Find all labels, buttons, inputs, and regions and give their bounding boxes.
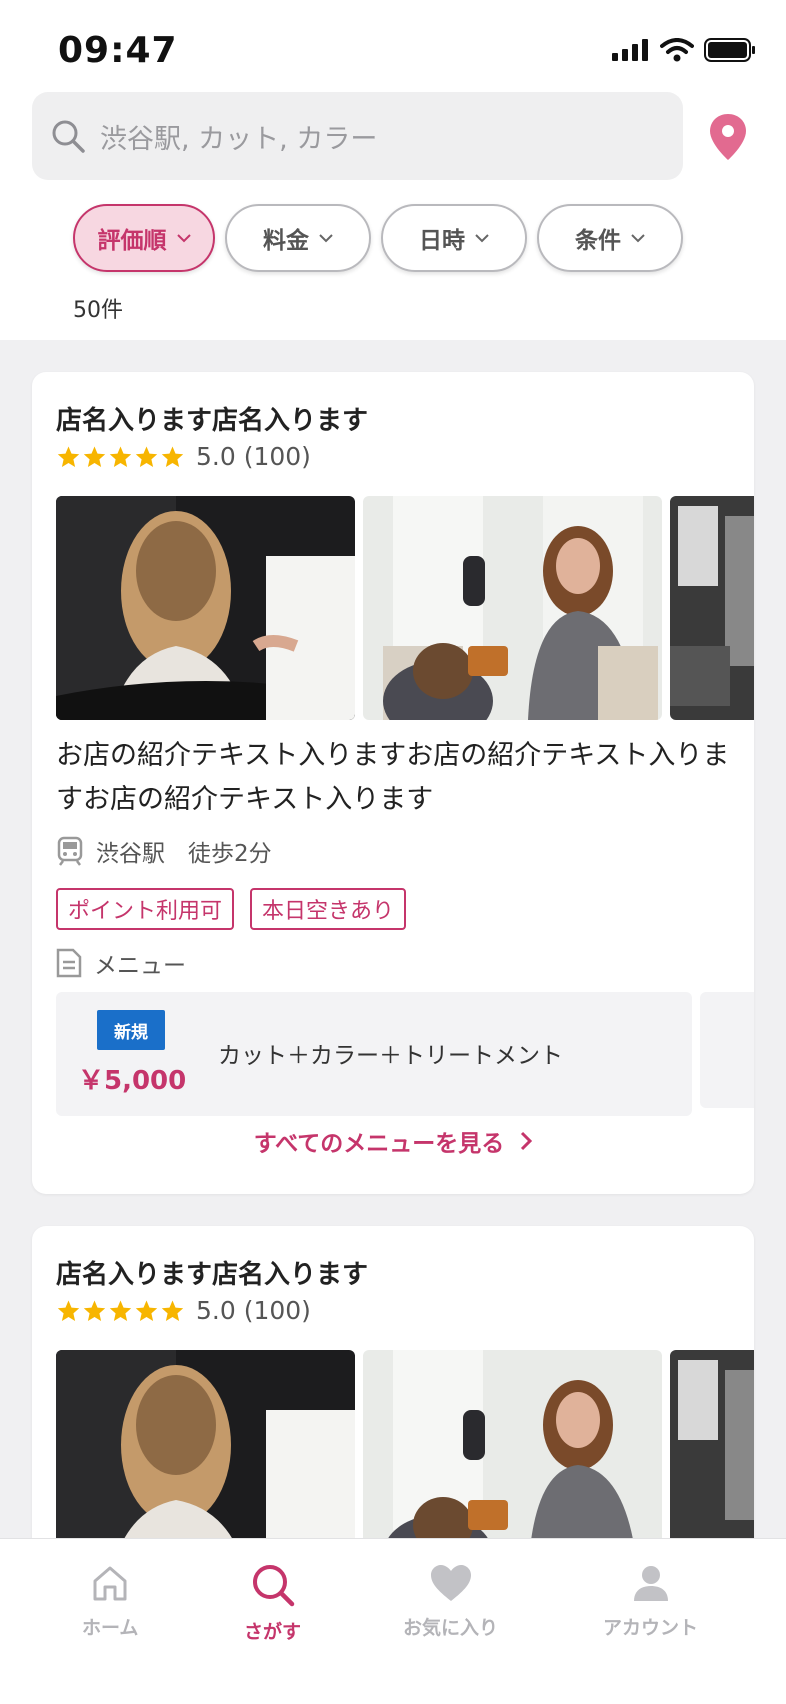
shop-rating: 5.0 (100) xyxy=(56,442,311,471)
filter-label: 条件 xyxy=(575,228,621,254)
see-all-label: すべてのメニューを見る xyxy=(253,1131,505,1157)
chevron-right-icon xyxy=(521,1131,533,1151)
location-pin-icon[interactable] xyxy=(705,112,751,162)
battery-icon xyxy=(704,38,755,62)
chevron-down-icon xyxy=(319,233,333,242)
menu-price: ￥5,000 xyxy=(78,1066,187,1096)
salon-photo[interactable] xyxy=(56,496,355,720)
menu-name: カット＋カラー＋トリートメント xyxy=(218,1043,563,1069)
salon-photo[interactable] xyxy=(363,496,662,720)
chevron-down-icon xyxy=(631,233,645,242)
shop-rating: 5.0 (100) xyxy=(56,1296,311,1325)
chevron-down-icon xyxy=(176,233,191,242)
search-bar[interactable]: 渋谷駅, カット, カラー xyxy=(32,92,683,180)
filter-price[interactable]: 料金 xyxy=(225,204,371,272)
shop-card[interactable]: 店名入ります店名入ります 5.0 (100) xyxy=(32,372,754,1194)
tab-favorites[interactable]: お気に入り xyxy=(403,1563,498,1640)
filter-label: 評価順 xyxy=(97,228,167,254)
tab-search[interactable]: さがす xyxy=(244,1563,301,1644)
search-placeholder: 渋谷駅, カット, カラー xyxy=(100,123,378,155)
shop-name: 店名入ります店名入ります xyxy=(56,406,369,436)
filter-chips: 評価順 料金 日時 条件 xyxy=(73,204,683,272)
station-info: 渋谷駅 徒歩2分 xyxy=(56,834,272,868)
person-icon xyxy=(633,1566,668,1601)
filter-label: 料金 xyxy=(263,228,309,254)
search-icon xyxy=(252,1565,294,1607)
see-all-menus-link[interactable]: すべてのメニューを見る xyxy=(32,1124,754,1158)
wifi-icon xyxy=(660,38,694,62)
menu-header: メニュー xyxy=(56,946,186,980)
menu-item[interactable]: 新規 ￥5,000 カット＋カラー＋トリートメント xyxy=(56,992,692,1116)
status-time: 09:47 xyxy=(58,30,178,71)
train-icon xyxy=(57,836,83,866)
home-icon xyxy=(93,1566,127,1601)
tag-points-available: ポイント利用可 xyxy=(56,888,235,930)
result-count: 50件 xyxy=(73,298,123,323)
photo-carousel[interactable] xyxy=(56,496,754,720)
heart-icon xyxy=(430,1565,471,1601)
bottom-tab-bar: ホーム さがす お気に入り アカウント xyxy=(0,1538,786,1704)
shop-tags: ポイント利用可 本日空きあり xyxy=(56,888,407,930)
header-area: 09:47 渋谷駅, カット, カラー 評価順 料金 日時 条件 50件 xyxy=(0,0,786,340)
star-rating-icon xyxy=(56,1299,186,1323)
salon-photo[interactable] xyxy=(670,496,754,720)
status-bar: 09:47 xyxy=(0,0,786,92)
menu-item-next[interactable] xyxy=(700,992,754,1108)
tab-label: アカウント xyxy=(603,1617,699,1639)
filter-conditions[interactable]: 条件 xyxy=(537,204,683,272)
tag-available-today: 本日空きあり xyxy=(250,888,407,930)
tab-label: お気に入り xyxy=(403,1617,499,1639)
signal-icon xyxy=(612,39,648,61)
new-customer-badge: 新規 xyxy=(97,1010,165,1050)
tab-home[interactable]: ホーム xyxy=(82,1563,138,1640)
filter-rating-order[interactable]: 評価順 xyxy=(73,204,215,272)
station-text: 渋谷駅 徒歩2分 xyxy=(96,841,272,867)
rating-value: 5.0 (100) xyxy=(196,442,311,471)
menu-label: メニュー xyxy=(94,953,186,979)
tab-label: ホーム xyxy=(82,1617,139,1639)
rating-value: 5.0 (100) xyxy=(196,1296,311,1325)
star-rating-icon xyxy=(56,445,186,469)
document-icon xyxy=(56,948,82,978)
filter-datetime[interactable]: 日時 xyxy=(381,204,527,272)
search-icon xyxy=(52,120,85,153)
shop-name: 店名入ります店名入ります xyxy=(56,1260,369,1290)
tab-label: さがす xyxy=(244,1621,302,1643)
status-icons xyxy=(612,38,756,62)
shop-intro: お店の紹介テキスト入りますお店の紹介テキスト入りますお店の紹介テキスト入ります xyxy=(56,740,730,815)
chevron-down-icon xyxy=(475,233,489,242)
tab-account[interactable]: アカウント xyxy=(603,1563,698,1640)
filter-label: 日時 xyxy=(419,228,465,254)
